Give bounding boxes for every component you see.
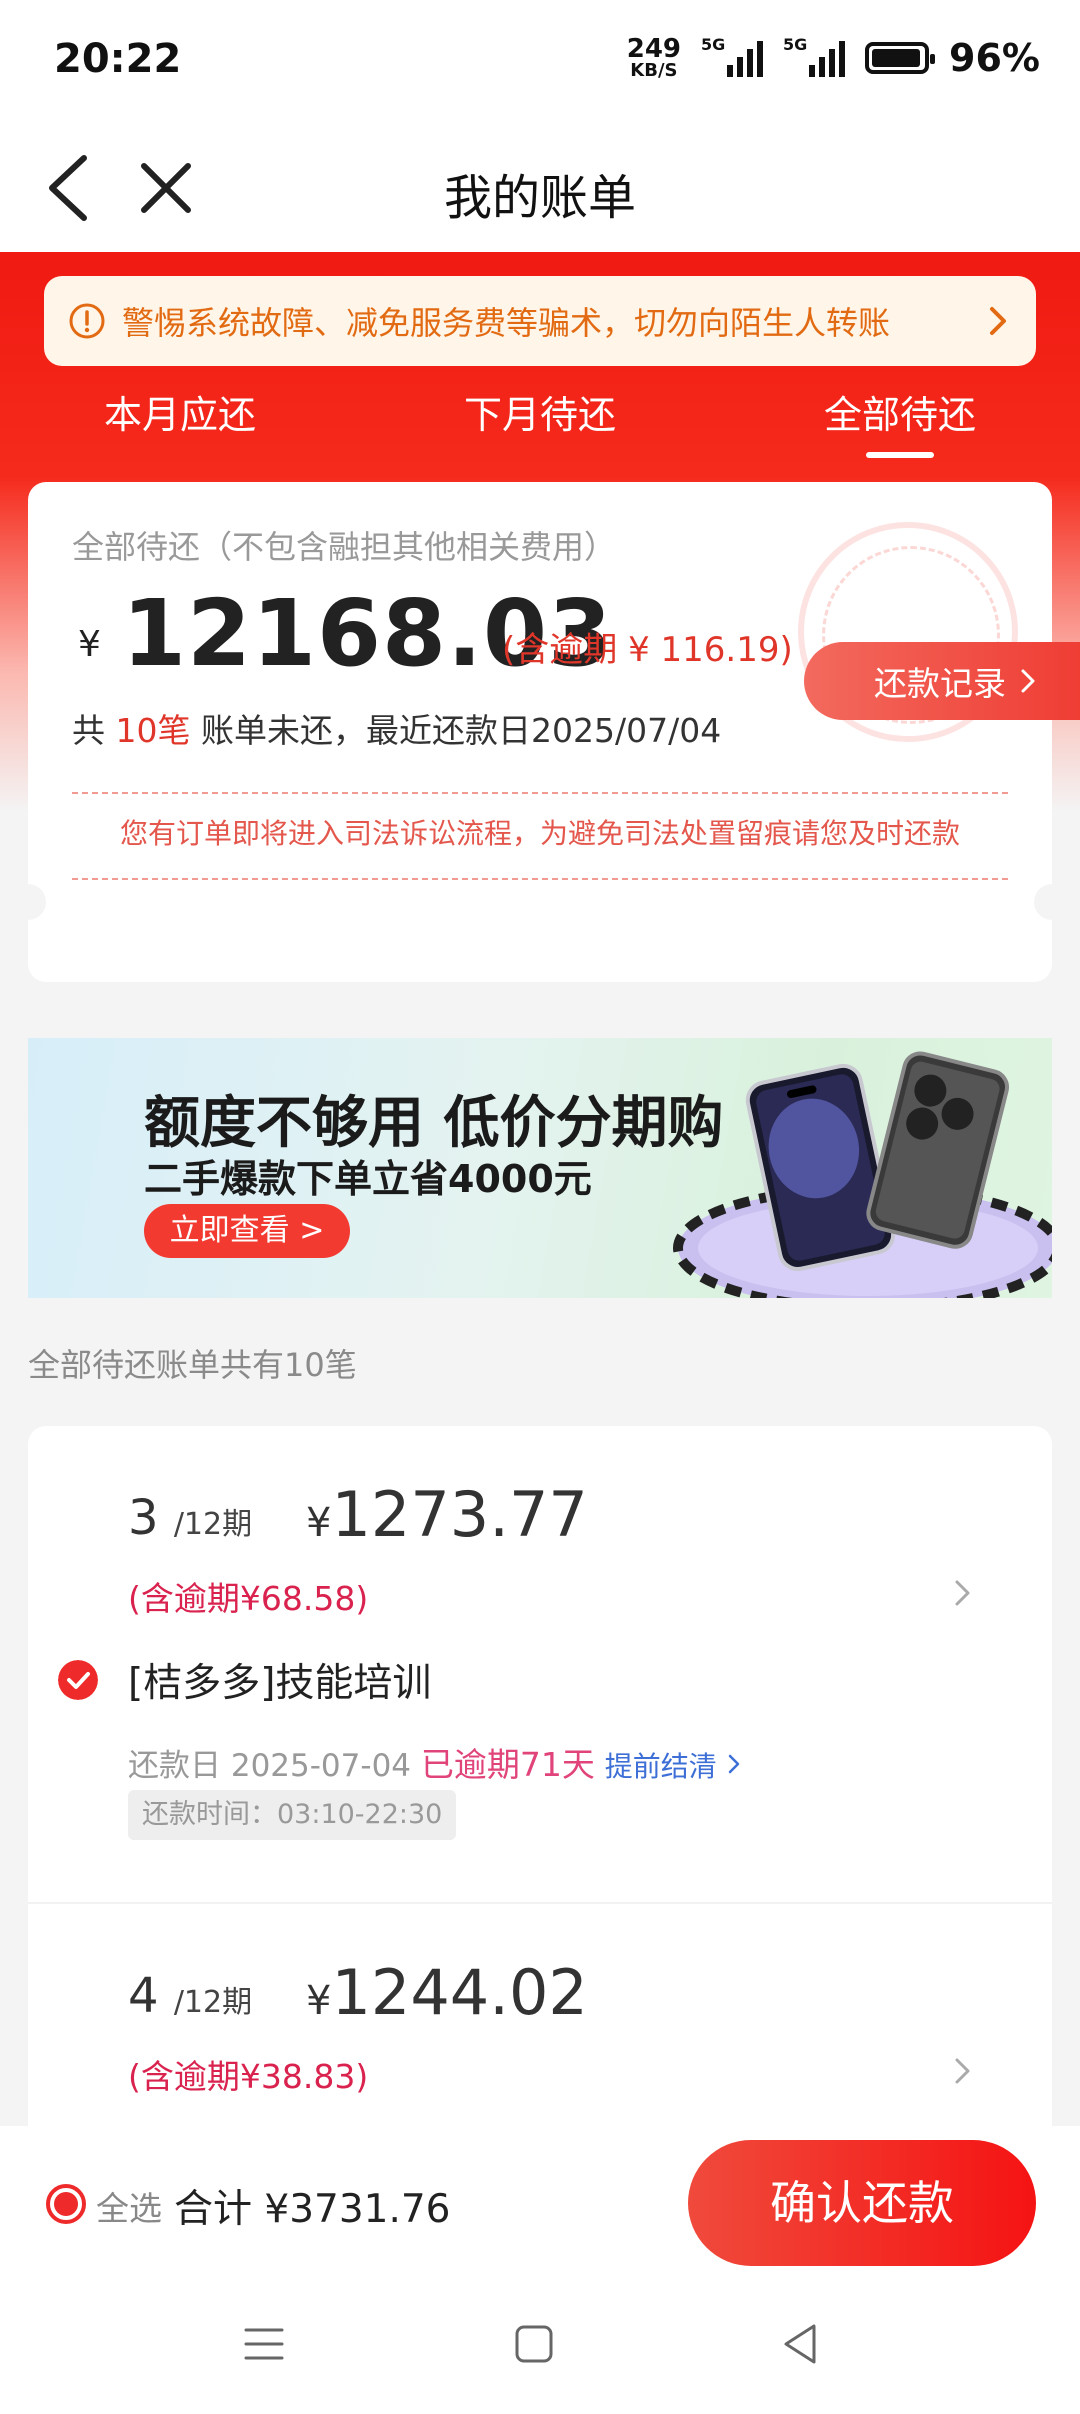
bill-name: [桔多多]技能培训: [128, 1661, 432, 1706]
bill-count-line: 共 10笔 账单未还，最近还款日2025/07/04: [72, 704, 721, 752]
period-number: 3: [128, 1490, 159, 1546]
amount-value: 1273.77: [331, 1478, 588, 1551]
system-nav-bar: [0, 2286, 1080, 2414]
chevron-right-icon[interactable]: [952, 2054, 974, 2088]
period-total: /12期: [173, 1507, 253, 1542]
amount-value: 1244.02: [331, 1956, 588, 2029]
menu-icon[interactable]: [244, 2324, 284, 2364]
tab-this-month[interactable]: 本月应还: [0, 370, 360, 460]
bill-amount: ¥1244.02: [306, 1956, 588, 2029]
repay-time-chip: 还款时间：03:10-22:30: [128, 1790, 457, 1840]
status-icons: 249 KB/S 5G 5G 96%: [627, 35, 1040, 80]
card-notch: [1034, 884, 1052, 920]
phone-product-image: [673, 1051, 1052, 1298]
overdue-note: (含逾期 ¥ 116.19): [502, 630, 793, 670]
dashed-divider: [72, 878, 1008, 880]
bill-count: 10笔: [115, 711, 191, 750]
repay-record-button[interactable]: 还款记录: [804, 642, 1080, 720]
battery-percent: 96%: [949, 36, 1040, 80]
due-date: 还款日 2025-07-04: [128, 1748, 412, 1784]
net-speed-value: 249: [626, 34, 682, 64]
chevron-right-icon: [990, 307, 1006, 335]
period-number: 4: [128, 1968, 159, 2024]
chevron-right-icon: [728, 1754, 739, 1774]
count-prefix: 共: [72, 711, 105, 750]
currency-symbol: ¥: [78, 624, 101, 665]
chevron-right-icon[interactable]: [952, 1576, 974, 1610]
select-all-label[interactable]: 全选: [96, 2182, 162, 2230]
bill-period: 3 /12期: [128, 1490, 252, 1546]
bill-item[interactable]: 3 /12期 ¥1273.77 (含逾期¥68.58) [桔多多]技能培训 还款…: [28, 1426, 1052, 1904]
back-nav-icon[interactable]: [780, 2322, 820, 2366]
bill-period: 4 /12期: [128, 1968, 252, 2024]
bill-due-line: 还款日 2025-07-04 已逾期71天 提前结清: [128, 1738, 741, 1786]
banner-headline: 额度不够用 低价分期购: [144, 1091, 724, 1156]
summary-card: 全部待还（不包含融担其他相关费用） ¥ 12168.03 (含逾期 ¥ 116.…: [28, 482, 1052, 982]
currency-symbol: ¥: [306, 1500, 332, 1546]
confirm-repay-button[interactable]: 确认还款: [688, 2140, 1036, 2266]
signal-label: 5G: [783, 35, 808, 54]
checked-checkbox-icon[interactable]: [58, 1660, 98, 1700]
page-title: 我的账单: [443, 170, 636, 226]
battery-icon: [865, 42, 936, 74]
signal-icon: 5G: [701, 35, 764, 77]
chevron-right-icon: [1021, 669, 1035, 693]
banner-subline: 二手爆款下单立省4000元: [144, 1157, 592, 1201]
status-time: 20:22: [54, 36, 182, 82]
late-days: 已逾期71天: [420, 1745, 595, 1784]
period-total: /12期: [173, 1985, 253, 2020]
bill-list-title: 全部待还账单共有10笔: [28, 1346, 357, 1384]
dashed-divider: [72, 792, 1008, 794]
early-payoff-link[interactable]: 提前结清: [605, 1750, 717, 1783]
bill-list: 3 /12期 ¥1273.77 (含逾期¥68.58) [桔多多]技能培训 还款…: [28, 1426, 1052, 2126]
home-icon[interactable]: [514, 2324, 554, 2364]
promo-banner[interactable]: 额度不够用 低价分期购 二手爆款下单立省4000元 立即查看 >: [28, 1038, 1052, 1298]
net-speed: 249 KB/S: [627, 36, 681, 80]
tab-next-month[interactable]: 下月待还: [360, 370, 720, 460]
select-all-radio[interactable]: [46, 2184, 86, 2224]
count-suffix: 账单未还，最近还款日2025/07/04: [201, 711, 722, 750]
bill-item[interactable]: 4 /12期 ¥1244.02 (含逾期¥38.83): [28, 1904, 1052, 2126]
card-notch: [28, 884, 46, 920]
repay-record-label: 还款记录: [874, 664, 1006, 703]
fraud-notice-banner[interactable]: 警惕系统故障、减免服务费等骗术，切勿向陌生人转账: [44, 276, 1036, 366]
currency-symbol: ¥: [306, 1978, 332, 2024]
bill-amount: ¥1273.77: [306, 1478, 588, 1551]
tab-all-pending[interactable]: 全部待还: [720, 370, 1080, 460]
banner-view-button[interactable]: 立即查看 >: [144, 1204, 350, 1258]
bill-overdue-amount: (含逾期¥68.58): [128, 1579, 369, 1618]
signal-icon: 5G: [783, 35, 846, 77]
net-speed-unit: KB/S: [630, 60, 678, 81]
bill-tabs: 本月应还 下月待还 全部待还: [0, 370, 1080, 460]
warning-icon: [69, 303, 105, 339]
signal-label: 5G: [701, 35, 726, 54]
fraud-notice-text: 警惕系统故障、减免服务费等骗术，切勿向陌生人转账: [122, 304, 891, 342]
summary-label: 全部待还（不包含融担其他相关费用）: [72, 528, 617, 566]
selected-total: 合计 ¥3731.76: [174, 2187, 451, 2232]
bill-overdue-amount: (含逾期¥38.83): [128, 2057, 369, 2096]
legal-warning: 您有订单即将进入司法诉讼流程，为避免司法处置留痕请您及时还款: [119, 817, 960, 850]
